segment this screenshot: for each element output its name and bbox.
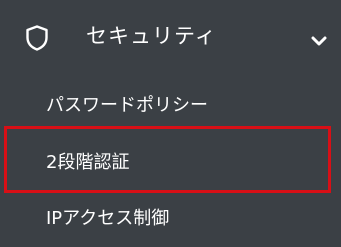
sidebar-item-password-policy[interactable]: パスワードポリシー <box>0 86 341 126</box>
sidebar-item-label: 2段階認証 <box>46 152 130 173</box>
shield-icon <box>24 24 50 52</box>
sidebar-item-label: IPアクセス制御 <box>46 208 170 229</box>
sidebar-section-label: セキュリティ <box>86 24 217 48</box>
sidebar-item-two-factor-auth[interactable]: 2段階認証 <box>0 143 341 183</box>
settings-sidebar: セキュリティ パスワードポリシー 2段階認証 IPアクセス制御 <box>0 0 341 247</box>
sidebar-section-security[interactable]: セキュリティ <box>0 8 341 64</box>
sidebar-item-label: パスワードポリシー <box>46 95 208 116</box>
chevron-down-icon[interactable] <box>311 32 327 46</box>
sidebar-item-ip-access-control[interactable]: IPアクセス制御 <box>0 199 341 239</box>
